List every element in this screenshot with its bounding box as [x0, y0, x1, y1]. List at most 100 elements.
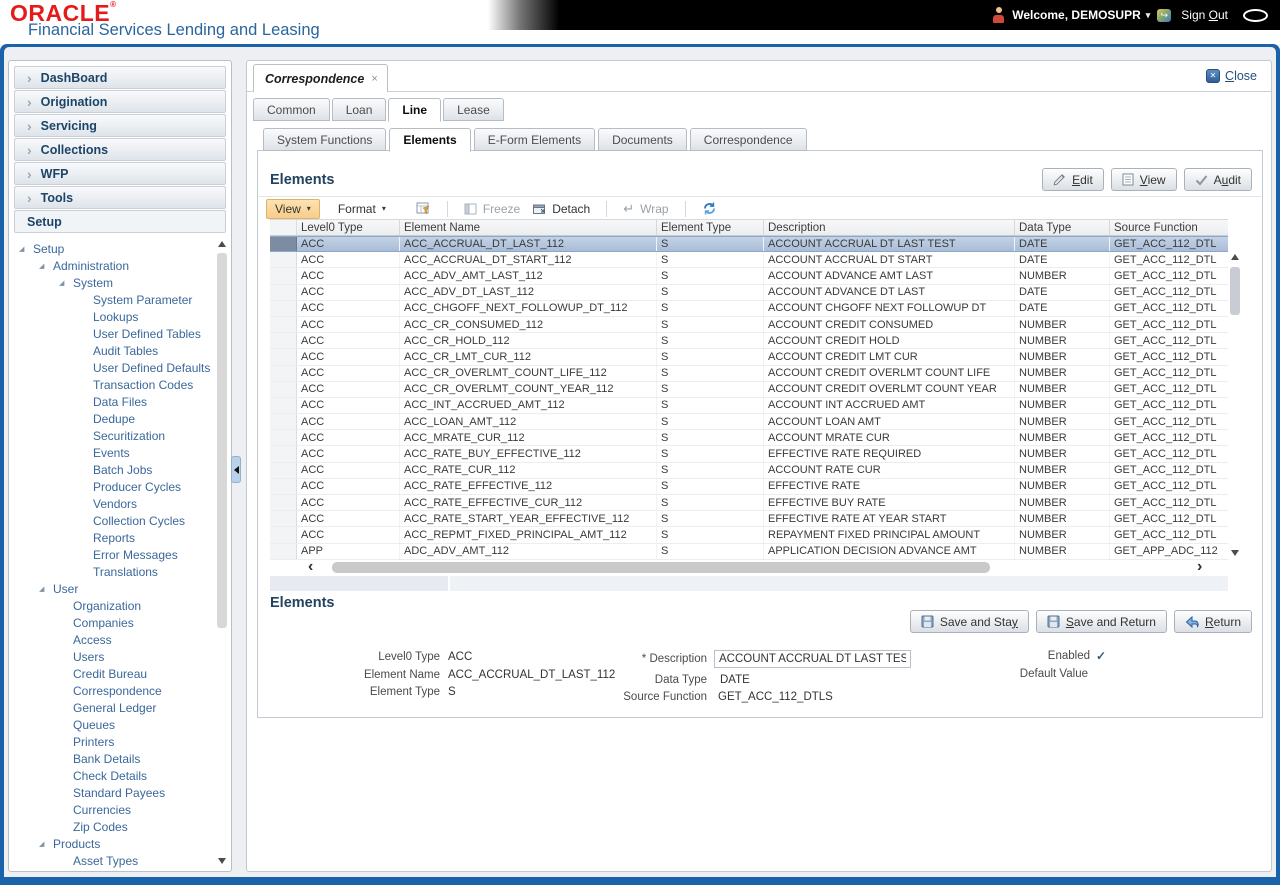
sign-out-button[interactable]: Sign Out [1181, 8, 1228, 22]
tree-item[interactable]: ◢ Collection Cycles [9, 512, 231, 529]
tree-item[interactable]: ◢ Zip Codes [9, 818, 231, 835]
tree-item[interactable]: ◢ Events [9, 444, 231, 461]
tree-item[interactable]: ◢ Vendors [9, 495, 231, 512]
query-by-example-button[interactable] [410, 202, 437, 215]
nav-menu-item[interactable]: › WFP [14, 162, 226, 185]
tree-item[interactable]: ◢ Producer Cycles [9, 478, 231, 495]
table-row[interactable]: ACC ACC_REPMT_FIXED_PRINCIPAL_AMT_112 S … [270, 527, 1228, 544]
save-and-stay-button[interactable]: Save and Stay [909, 610, 1029, 633]
scroll-up-arrow[interactable] [1228, 249, 1241, 264]
tree-item[interactable]: ◢ Setup [9, 240, 231, 257]
table-row[interactable]: ACC ACC_ACCRUAL_DT_LAST_112 S ACCOUNT AC… [270, 236, 1228, 253]
tree-item[interactable]: ◢ Transaction Codes [9, 376, 231, 393]
tree-item[interactable]: ◢ User Defined Defaults [9, 359, 231, 376]
document-tab-correspondence[interactable]: Correspondence × [253, 64, 388, 92]
nav-menu-item[interactable]: › Tools [14, 186, 226, 209]
audit-button[interactable]: Audit [1183, 168, 1252, 191]
tree-item[interactable]: ◢ Printers [9, 733, 231, 750]
product-tab[interactable]: Lease [443, 98, 504, 121]
table-row[interactable]: ACC ACC_CR_CONSUMED_112 S ACCOUNT CREDIT… [270, 316, 1228, 334]
column-header-level0-type[interactable]: Level0 Type [297, 220, 400, 235]
close-tab-icon[interactable]: × [371, 73, 377, 85]
tree-item[interactable]: ◢ Currencies [9, 801, 231, 818]
tree-item[interactable]: ◢ User Defined Tables [9, 325, 231, 342]
table-row[interactable]: ACC ACC_RATE_BUY_EFFECTIVE_112 S EFFECTI… [270, 446, 1228, 463]
section-tab[interactable]: System Functions [263, 128, 387, 151]
tree-scrollbar-thumb[interactable] [217, 253, 227, 628]
product-tab[interactable]: Line [388, 98, 442, 122]
tree-item[interactable]: ◢ Audit Tables [9, 342, 231, 359]
tree-item[interactable]: ◢ System [9, 274, 231, 291]
tree-item[interactable]: ◢ Credit Bureau [9, 665, 231, 682]
scroll-down-arrow[interactable] [1228, 545, 1241, 560]
table-row[interactable]: ACC ACC_MRATE_CUR_112 S ACCOUNT MRATE CU… [270, 430, 1228, 447]
tree-item[interactable]: ◢ Products [9, 835, 231, 852]
section-tab[interactable]: Correspondence [689, 128, 807, 151]
product-tab[interactable]: Loan [331, 98, 387, 121]
table-row[interactable]: ACC ACC_ACCRUAL_DT_START_112 S ACCOUNT A… [270, 252, 1228, 269]
table-row[interactable]: ACC ACC_CR_HOLD_112 S ACCOUNT CREDIT HOL… [270, 333, 1228, 350]
table-row[interactable]: ACC ACC_RATE_CUR_112 S ACCOUNT RATE CUR … [270, 462, 1228, 479]
description-input[interactable] [714, 650, 911, 668]
scroll-up-arrow[interactable] [216, 237, 228, 251]
tree-item[interactable]: ◢ Administration [9, 257, 231, 274]
user-menu[interactable]: Welcome, DEMOSUPR ▾ [1012, 8, 1150, 22]
column-header-source-function[interactable]: Source Function [1110, 220, 1228, 235]
nav-menu-item[interactable]: › Collections [14, 138, 226, 161]
table-row[interactable]: ACC ACC_CR_LMT_CUR_112 S ACCOUNT CREDIT … [270, 349, 1228, 366]
tree-item[interactable]: ◢ Companies [9, 614, 231, 631]
tree-item[interactable]: ◢ Index Rates [9, 869, 231, 872]
tree-item[interactable]: ◢ Standard Payees [9, 784, 231, 801]
tree-item[interactable]: ◢ Queues [9, 716, 231, 733]
tree-item[interactable]: ◢ Securitization [9, 427, 231, 444]
tree-item[interactable]: ◢ Check Details [9, 767, 231, 784]
nav-menu-item[interactable]: › Servicing [14, 114, 226, 137]
return-button[interactable]: Return [1173, 610, 1252, 633]
column-header-element-name[interactable]: Element Name [400, 220, 657, 235]
save-and-return-button[interactable]: Save and Return [1035, 610, 1167, 633]
table-row[interactable]: ACC ACC_INT_ACCRUED_AMT_112 S ACCOUNT IN… [270, 397, 1228, 415]
tree-item[interactable]: ◢ Dedupe [9, 410, 231, 427]
tree-item[interactable]: ◢ User [9, 580, 231, 597]
tree-item[interactable]: ◢ Bank Details [9, 750, 231, 767]
tree-item[interactable]: ◢ Data Files [9, 393, 231, 410]
nav-menu-item[interactable]: › Origination [14, 90, 226, 113]
refresh-button[interactable] [696, 201, 723, 216]
detach-button[interactable]: Detach [526, 202, 596, 216]
scroll-left-arrow[interactable]: ‹ [308, 558, 313, 575]
table-row[interactable]: ACC ACC_ADV_DT_LAST_112 S ACCOUNT ADVANC… [270, 284, 1228, 301]
table-row[interactable]: APP ADC_ADV_AMT_112 S APPLICATION DECISI… [270, 543, 1228, 560]
tree-item[interactable]: ◢ Users [9, 648, 231, 665]
product-tab[interactable]: Common [253, 98, 330, 121]
column-header-data-type[interactable]: Data Type [1015, 220, 1110, 235]
sidebar-collapse-handle[interactable] [231, 456, 241, 483]
nav-menu-item-setup[interactable]: Setup [14, 210, 226, 233]
column-header-description[interactable]: Description [764, 220, 1015, 235]
nav-menu-item[interactable]: › DashBoard [14, 66, 226, 89]
tree-item[interactable]: ◢ Reports [9, 529, 231, 546]
section-tab[interactable]: Elements [389, 128, 471, 152]
table-row[interactable]: ACC ACC_RATE_EFFECTIVE_CUR_112 S EFFECTI… [270, 495, 1228, 512]
table-row[interactable]: ACC ACC_RATE_START_YEAR_EFFECTIVE_112 S … [270, 511, 1228, 528]
tree-item[interactable]: ◢ Organization [9, 597, 231, 614]
tree-item[interactable]: ◢ General Ledger [9, 699, 231, 716]
table-row[interactable]: ACC ACC_RATE_EFFECTIVE_112 S EFFECTIVE R… [270, 478, 1228, 495]
horizontal-scrollbar-thumb[interactable] [332, 562, 990, 573]
scroll-down-arrow[interactable] [216, 854, 228, 868]
table-row[interactable]: ACC ACC_LOAN_AMT_112 S ACCOUNT LOAN AMT … [270, 414, 1228, 431]
edit-button[interactable]: Edit [1042, 168, 1104, 191]
table-row[interactable]: ACC ACC_CHGOFF_NEXT_FOLLOWUP_DT_112 S AC… [270, 300, 1228, 317]
tree-item[interactable]: ◢ Translations [9, 563, 231, 580]
table-row[interactable]: ACC ACC_ADV_AMT_LAST_112 S ACCOUNT ADVAN… [270, 268, 1228, 285]
tree-item[interactable]: ◢ Error Messages [9, 546, 231, 563]
tree-item[interactable]: ◢ Access [9, 631, 231, 648]
table-row[interactable]: ACC ACC_CR_OVERLMT_COUNT_YEAR_112 S ACCO… [270, 381, 1228, 398]
close-button[interactable]: ✕ Close [1206, 69, 1257, 83]
section-tab[interactable]: E-Form Elements [473, 128, 596, 151]
view-menu-button[interactable]: View ▾ [266, 198, 320, 219]
enabled-check-icon[interactable]: ✓ [1096, 649, 1106, 663]
table-row[interactable]: ACC ACC_CR_OVERLMT_COUNT_LIFE_112 S ACCO… [270, 365, 1228, 382]
scroll-right-arrow[interactable]: › [1197, 558, 1202, 575]
view-button[interactable]: View [1110, 168, 1177, 191]
column-header-element-type[interactable]: Element Type [657, 220, 764, 235]
